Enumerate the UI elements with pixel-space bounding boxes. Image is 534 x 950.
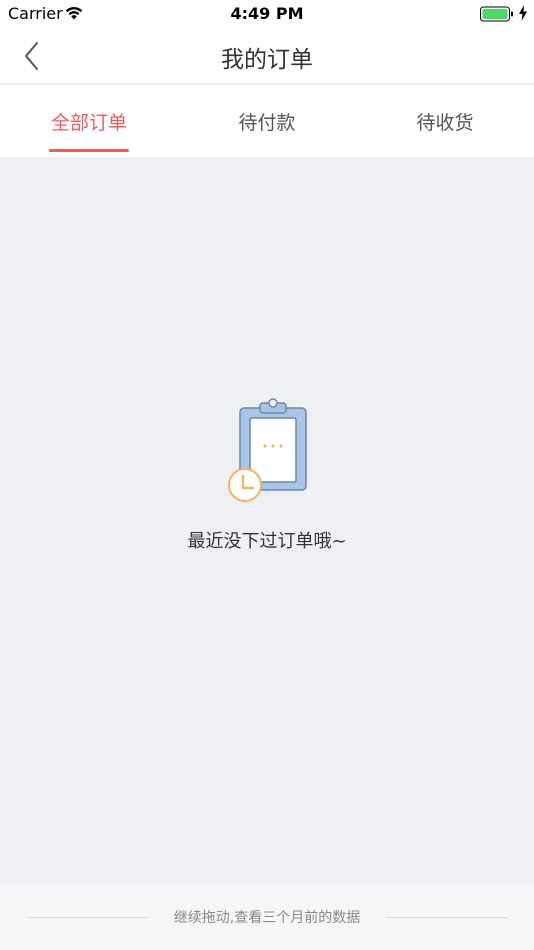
- charging-bolt-icon: [519, 5, 527, 21]
- empty-state-message: 最近没下过订单哦~: [187, 531, 347, 552]
- screen: Carrier 4:49 PM 我的订单 全部订单 待付款 待收货 最近没下过订…: [0, 0, 534, 950]
- navigation-bar: 我的订单: [0, 28, 534, 84]
- page-title: 我的订单: [221, 47, 313, 73]
- pull-to-load-footer: 继续拖动,查看三个月前的数据: [0, 885, 534, 950]
- tab-all-orders[interactable]: 全部订单: [0, 85, 178, 157]
- battery-icon: [480, 6, 513, 22]
- order-tab-bar: 全部订单 待付款 待收货: [0, 85, 534, 157]
- footer-divider-right: [386, 917, 508, 918]
- status-bar: Carrier 4:49 PM: [0, 0, 534, 28]
- tab-pending-payment[interactable]: 待付款: [178, 85, 356, 157]
- clock-time: 4:49 PM: [230, 4, 304, 23]
- active-tab-indicator: [49, 149, 129, 152]
- clipboard-clock-icon: [228, 398, 307, 502]
- tab-pending-receipt[interactable]: 待收货: [356, 85, 534, 157]
